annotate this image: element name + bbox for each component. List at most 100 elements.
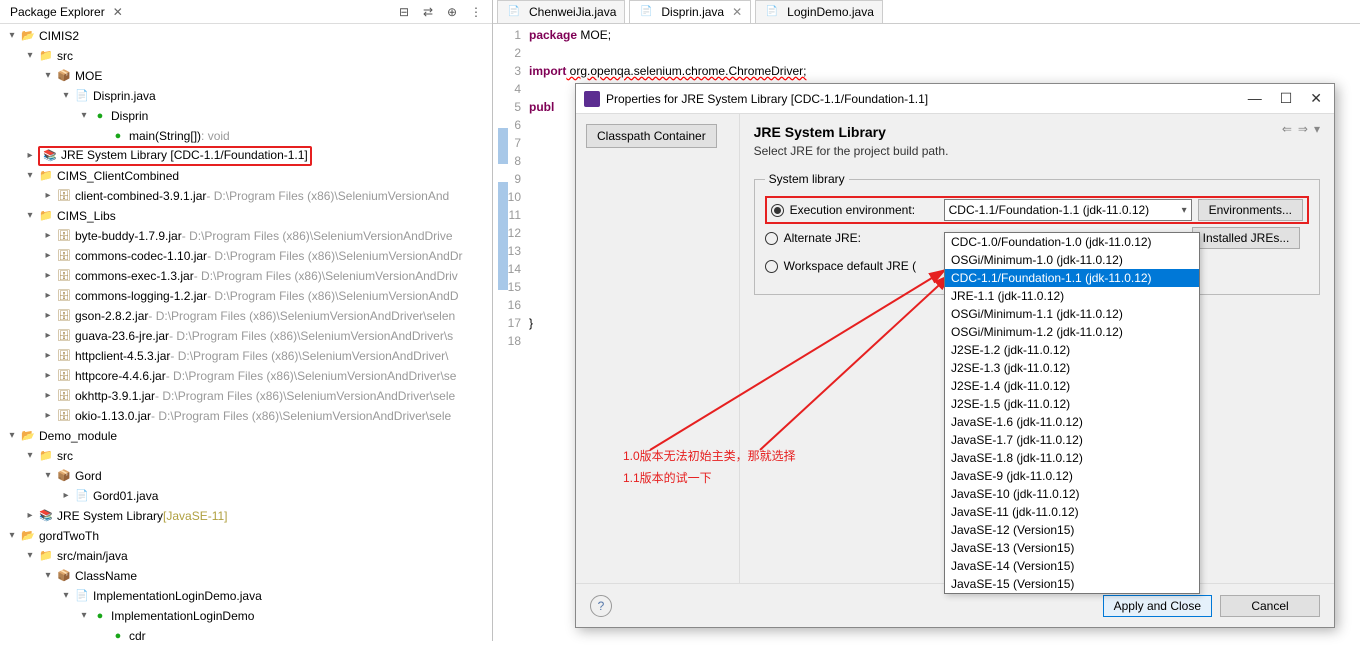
- tree-item[interactable]: ▸🗄commons-exec-1.3.jar - D:\Program File…: [0, 266, 492, 286]
- tree-item[interactable]: ▾📂Demo_module: [0, 426, 492, 446]
- dropdown-item[interactable]: JavaSE-11 (jdk-11.0.12): [945, 503, 1199, 521]
- twisty-icon[interactable]: ▸: [40, 388, 56, 404]
- link-icon[interactable]: ⇄: [420, 4, 436, 20]
- tree-item[interactable]: ▸🗄httpclient-4.5.3.jar - D:\Program File…: [0, 346, 492, 366]
- twisty-icon[interactable]: ▾: [22, 448, 38, 464]
- twisty-icon[interactable]: ▸: [40, 268, 56, 284]
- tree-item[interactable]: ▾📄Disprin.java: [0, 86, 492, 106]
- twisty-icon[interactable]: ▾: [22, 48, 38, 64]
- twisty-icon[interactable]: ▾: [58, 88, 74, 104]
- dropdown-item[interactable]: JavaSE-1.6 (jdk-11.0.12): [945, 413, 1199, 431]
- tree-item[interactable]: ▸📚JRE System Library [JavaSE-11]: [0, 506, 492, 526]
- twisty-icon[interactable]: ▾: [4, 28, 20, 44]
- dropdown-item[interactable]: J2SE-1.5 (jdk-11.0.12): [945, 395, 1199, 413]
- environments-button[interactable]: Environments...: [1198, 199, 1303, 221]
- twisty-icon[interactable]: ▸: [40, 408, 56, 424]
- close-icon[interactable]: ✕: [1310, 90, 1322, 107]
- twisty-icon[interactable]: ▾: [58, 588, 74, 604]
- tree-item[interactable]: ●cdr: [0, 626, 492, 646]
- dropdown-item[interactable]: OSGi/Minimum-1.0 (jdk-11.0.12): [945, 251, 1199, 269]
- twisty-icon[interactable]: ▾: [40, 568, 56, 584]
- tree-item[interactable]: ▾📄ImplementationLoginDemo.java: [0, 586, 492, 606]
- dropdown-item[interactable]: JavaSE-1.8 (jdk-11.0.12): [945, 449, 1199, 467]
- menu-icon[interactable]: ▾: [1314, 122, 1320, 136]
- dropdown-item[interactable]: CDC-1.0/Foundation-1.0 (jdk-11.0.12): [945, 233, 1199, 251]
- tree-item[interactable]: ▸🗄gson-2.8.2.jar - D:\Program Files (x86…: [0, 306, 492, 326]
- twisty-icon[interactable]: ▾: [76, 608, 92, 624]
- twisty-icon[interactable]: [94, 128, 110, 144]
- maximize-icon[interactable]: ☐: [1280, 90, 1293, 107]
- tree-item[interactable]: ▾📦MOE: [0, 66, 492, 86]
- dropdown-item[interactable]: JavaSE-14 (Version15): [945, 557, 1199, 575]
- tree-item[interactable]: ▾●Disprin: [0, 106, 492, 126]
- twisty-icon[interactable]: ▸: [22, 148, 38, 164]
- twisty-icon[interactable]: ▸: [40, 288, 56, 304]
- tree-item[interactable]: ▾📂gordTwoTh: [0, 526, 492, 546]
- tree-item[interactable]: ▸🗄httpcore-4.4.6.jar - D:\Program Files …: [0, 366, 492, 386]
- tree-item[interactable]: ▾📁src: [0, 46, 492, 66]
- dropdown-item[interactable]: J2SE-1.2 (jdk-11.0.12): [945, 341, 1199, 359]
- dropdown-item[interactable]: JavaSE-10 (jdk-11.0.12): [945, 485, 1199, 503]
- twisty-icon[interactable]: ▸: [58, 488, 74, 504]
- package-tree[interactable]: ▾📂CIMIS2▾📁src▾📦MOE▾📄Disprin.java▾●Dispri…: [0, 24, 492, 648]
- tree-item[interactable]: ●main(String[]) : void: [0, 126, 492, 146]
- tree-item[interactable]: ▸🗄okio-1.13.0.jar - D:\Program Files (x8…: [0, 406, 492, 426]
- exec-env-dropdown[interactable]: CDC-1.0/Foundation-1.0 (jdk-11.0.12)OSGi…: [944, 232, 1200, 594]
- twisty-icon[interactable]: ▸: [40, 368, 56, 384]
- collapse-icon[interactable]: ⊟: [396, 4, 412, 20]
- twisty-icon[interactable]: ▸: [40, 328, 56, 344]
- editor-tab[interactable]: 📄Disprin.java✕: [629, 0, 751, 23]
- cancel-button[interactable]: Cancel: [1220, 595, 1320, 617]
- menu-icon[interactable]: ⋮: [468, 4, 484, 20]
- twisty-icon[interactable]: ▸: [40, 248, 56, 264]
- focus-icon[interactable]: ⊕: [444, 4, 460, 20]
- twisty-icon[interactable]: ▾: [76, 108, 92, 124]
- tree-item[interactable]: ▸🗄guava-23.6-jre.jar - D:\Program Files …: [0, 326, 492, 346]
- tree-item[interactable]: ▾📁CIMS_Libs: [0, 206, 492, 226]
- tree-item[interactable]: ▸🗄byte-buddy-1.7.9.jar - D:\Program File…: [0, 226, 492, 246]
- tree-item[interactable]: ▸🗄okhttp-3.9.1.jar - D:\Program Files (x…: [0, 386, 492, 406]
- twisty-icon[interactable]: ▸: [40, 308, 56, 324]
- twisty-icon[interactable]: ▾: [4, 428, 20, 444]
- close-icon[interactable]: ✕: [732, 5, 742, 19]
- close-icon[interactable]: ✕: [113, 5, 123, 19]
- classpath-container-button[interactable]: Classpath Container: [586, 124, 717, 148]
- twisty-icon[interactable]: ▸: [22, 508, 38, 524]
- minimize-icon[interactable]: —: [1248, 90, 1262, 107]
- dropdown-item[interactable]: OSGi/Minimum-1.1 (jdk-11.0.12): [945, 305, 1199, 323]
- fwd-icon[interactable]: ⇒: [1298, 122, 1308, 136]
- tree-item[interactable]: ▸🗄commons-codec-1.10.jar - D:\Program Fi…: [0, 246, 492, 266]
- tree-item[interactable]: ▾📂CIMIS2: [0, 26, 492, 46]
- tree-item[interactable]: ▾📦ClassName: [0, 566, 492, 586]
- dropdown-item[interactable]: J2SE-1.4 (jdk-11.0.12): [945, 377, 1199, 395]
- twisty-icon[interactable]: ▾: [40, 68, 56, 84]
- tree-item[interactable]: ▾📁CIMS_ClientCombined: [0, 166, 492, 186]
- installed-jres-button[interactable]: Installed JREs...: [1192, 227, 1301, 249]
- exec-env-radio[interactable]: [771, 204, 784, 217]
- workspace-default-radio[interactable]: [765, 260, 778, 273]
- dropdown-item[interactable]: OSGi/Minimum-1.2 (jdk-11.0.12): [945, 323, 1199, 341]
- dropdown-item[interactable]: J2SE-1.3 (jdk-11.0.12): [945, 359, 1199, 377]
- tree-item[interactable]: ▸📚JRE System Library [CDC-1.1/Foundation…: [0, 146, 492, 166]
- back-icon[interactable]: ⇐: [1282, 122, 1292, 136]
- dropdown-item[interactable]: JRE-1.1 (jdk-11.0.12): [945, 287, 1199, 305]
- help-icon[interactable]: ?: [590, 595, 612, 617]
- tree-item[interactable]: ▸📄Gord01.java: [0, 486, 492, 506]
- dialog-titlebar[interactable]: Properties for JRE System Library [CDC-1…: [576, 84, 1334, 114]
- twisty-icon[interactable]: ▾: [22, 548, 38, 564]
- tree-item[interactable]: ▾📁src/main/java: [0, 546, 492, 566]
- dropdown-item[interactable]: JavaSE-12 (Version15): [945, 521, 1199, 539]
- exec-env-combo[interactable]: CDC-1.1/Foundation-1.1 (jdk-11.0.12) ▾: [944, 199, 1192, 221]
- twisty-icon[interactable]: ▸: [40, 348, 56, 364]
- dropdown-item[interactable]: CDC-1.1/Foundation-1.1 (jdk-11.0.12): [945, 269, 1199, 287]
- twisty-icon[interactable]: ▾: [4, 528, 20, 544]
- twisty-icon[interactable]: ▸: [40, 228, 56, 244]
- twisty-icon[interactable]: ▾: [22, 168, 38, 184]
- editor-tab[interactable]: 📄LoginDemo.java: [755, 0, 883, 23]
- dropdown-item[interactable]: JavaSE-13 (Version15): [945, 539, 1199, 557]
- dropdown-item[interactable]: JavaSE-15 (Version15): [945, 575, 1199, 593]
- twisty-icon[interactable]: ▸: [40, 188, 56, 204]
- tree-item[interactable]: ▸🗄commons-logging-1.2.jar - D:\Program F…: [0, 286, 492, 306]
- apply-close-button[interactable]: Apply and Close: [1103, 595, 1212, 617]
- twisty-icon[interactable]: ▾: [22, 208, 38, 224]
